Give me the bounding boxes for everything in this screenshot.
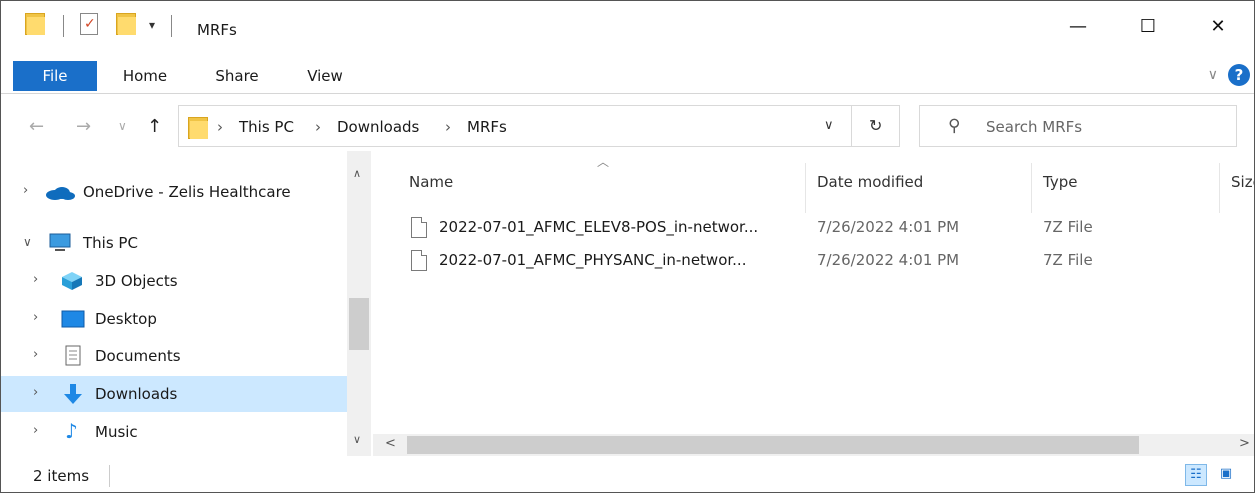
- nav-item-desktop[interactable]: › Desktop: [1, 301, 347, 337]
- sort-ascending-icon: ︿: [597, 155, 610, 169]
- address-bar[interactable]: › This PC › Downloads › MRFs ∨ ↻: [178, 105, 900, 147]
- 3d-objects-icon: [62, 272, 82, 290]
- column-header-name[interactable]: Name: [409, 173, 453, 191]
- nav-item-3d-objects[interactable]: › 3D Objects: [1, 263, 347, 299]
- nav-item-downloads[interactable]: › Downloads: [1, 376, 347, 412]
- nav-item-label: Desktop: [95, 310, 157, 328]
- expand-chevron-icon[interactable]: ›: [33, 272, 38, 287]
- properties-icon[interactable]: ✓: [80, 13, 98, 35]
- nav-item-music[interactable]: › ♪ Music: [1, 414, 347, 450]
- navigation-pane: › OneDrive - Zelis Healthcare ∨ This PC …: [1, 151, 347, 456]
- folder-icon: [188, 117, 208, 139]
- expand-chevron-icon[interactable]: ›: [33, 347, 38, 362]
- divider: [171, 15, 172, 37]
- collapse-chevron-icon[interactable]: ∨: [23, 235, 32, 249]
- downloads-icon: [64, 384, 82, 404]
- ribbon-tabs: File Home Share View ∨ ?: [1, 61, 1254, 94]
- file-type: 7Z File: [1043, 251, 1093, 269]
- table-row[interactable]: 2022-07-01_AFMC_ELEV8-POS_in-networ... 7…: [403, 214, 1243, 244]
- nav-item-onedrive[interactable]: › OneDrive - Zelis Healthcare: [1, 174, 347, 210]
- column-header-type[interactable]: Type: [1043, 173, 1077, 191]
- tab-share[interactable]: Share: [205, 61, 269, 91]
- column-header-size[interactable]: Size: [1231, 173, 1254, 191]
- file-name: 2022-07-01_AFMC_ELEV8-POS_in-networ...: [439, 218, 759, 236]
- expand-chevron-icon[interactable]: ›: [33, 423, 38, 438]
- column-header-date-modified[interactable]: Date modified: [817, 173, 923, 191]
- help-button[interactable]: ?: [1228, 64, 1250, 86]
- pc-icon: [49, 233, 71, 251]
- horizontal-scrollbar[interactable]: < >: [373, 434, 1254, 456]
- search-icon: ⚲: [948, 116, 961, 136]
- file-icon: [411, 250, 427, 271]
- nav-item-label: This PC: [83, 234, 138, 252]
- folder-icon: [25, 13, 45, 35]
- nav-item-label: OneDrive - Zelis Healthcare: [83, 183, 291, 201]
- item-count: 2 items: [33, 467, 90, 485]
- up-arrow-icon[interactable]: ↑: [147, 116, 162, 137]
- recent-locations-chevron-icon[interactable]: ∨: [118, 119, 127, 133]
- file-icon: [411, 217, 427, 238]
- file-name: 2022-07-01_AFMC_PHYSANC_in-networ...: [439, 251, 747, 269]
- desktop-icon: [61, 310, 85, 328]
- large-icons-view-icon[interactable]: ▣: [1215, 464, 1237, 486]
- breadcrumb-downloads[interactable]: Downloads: [337, 118, 419, 136]
- back-arrow-icon[interactable]: ←: [29, 116, 44, 137]
- music-icon: ♪: [65, 419, 78, 443]
- status-bar: 2 items ☷ ▣: [1, 459, 1254, 492]
- scroll-up-arrow-icon[interactable]: ∧: [353, 167, 361, 180]
- scrollbar-thumb[interactable]: [407, 436, 1139, 454]
- nav-pane-scrollbar[interactable]: ∧ ∨: [347, 151, 371, 456]
- expand-chevron-icon[interactable]: ›: [33, 385, 38, 400]
- search-input[interactable]: Search MRFs: [986, 118, 1082, 136]
- scroll-down-arrow-icon[interactable]: ∨: [353, 433, 361, 446]
- nav-item-label: Documents: [95, 347, 181, 365]
- breadcrumb-separator: ›: [315, 118, 321, 136]
- window-title: MRFs: [197, 21, 237, 39]
- documents-icon: [65, 345, 81, 366]
- nav-item-label: Downloads: [95, 385, 178, 403]
- tab-home[interactable]: Home: [113, 61, 177, 91]
- onedrive-cloud-icon: [46, 187, 75, 200]
- scrollbar-thumb[interactable]: [349, 298, 369, 350]
- nav-item-label: Music: [95, 423, 138, 441]
- close-button[interactable]: ✕: [1193, 11, 1243, 41]
- tab-file[interactable]: File: [13, 61, 97, 91]
- address-dropdown-icon[interactable]: ∨: [824, 118, 834, 133]
- file-type: 7Z File: [1043, 218, 1093, 236]
- search-box[interactable]: ⚲ Search MRFs: [919, 105, 1237, 147]
- file-date-modified: 7/26/2022 4:01 PM: [817, 251, 960, 269]
- new-folder-icon[interactable]: [116, 13, 136, 35]
- expand-chevron-icon[interactable]: ›: [23, 183, 28, 198]
- details-view-icon[interactable]: ☷: [1185, 464, 1207, 486]
- file-date-modified: 7/26/2022 4:01 PM: [817, 218, 960, 236]
- breadcrumb-mrfs[interactable]: MRFs: [467, 118, 507, 136]
- forward-arrow-icon[interactable]: →: [76, 116, 91, 137]
- nav-item-label: 3D Objects: [95, 272, 178, 290]
- scroll-left-arrow-icon[interactable]: <: [385, 436, 396, 451]
- minimize-button[interactable]: —: [1053, 11, 1103, 41]
- file-explorer-window: ✓ ▾ MRFs — ☐ ✕ File Home Share View ∨ ? …: [0, 0, 1255, 493]
- breadcrumb-this-pc[interactable]: This PC: [239, 118, 294, 136]
- navigation-bar: ← → ∨ ↑ › This PC › Downloads › MRFs ∨ ↻…: [1, 104, 1254, 148]
- expand-chevron-icon[interactable]: ›: [33, 310, 38, 325]
- refresh-icon[interactable]: ↻: [869, 116, 882, 135]
- tab-view[interactable]: View: [295, 61, 355, 91]
- nav-item-this-pc[interactable]: ∨ This PC: [1, 225, 347, 261]
- breadcrumb-separator: ›: [217, 118, 223, 136]
- breadcrumb-separator: ›: [445, 118, 451, 136]
- table-row[interactable]: 2022-07-01_AFMC_PHYSANC_in-networ... 7/2…: [403, 247, 1243, 277]
- file-list: ︿ Name Date modified Type Size 2022-07-0…: [373, 151, 1254, 434]
- scroll-right-arrow-icon[interactable]: >: [1239, 436, 1250, 451]
- quick-access-dropdown-icon[interactable]: ▾: [149, 18, 155, 32]
- chevron-down-icon[interactable]: ∨: [1208, 67, 1218, 83]
- title-bar: ✓ ▾ MRFs — ☐ ✕: [1, 1, 1254, 47]
- divider: [63, 15, 64, 37]
- maximize-button[interactable]: ☐: [1123, 11, 1173, 41]
- nav-item-documents[interactable]: › Documents: [1, 338, 347, 374]
